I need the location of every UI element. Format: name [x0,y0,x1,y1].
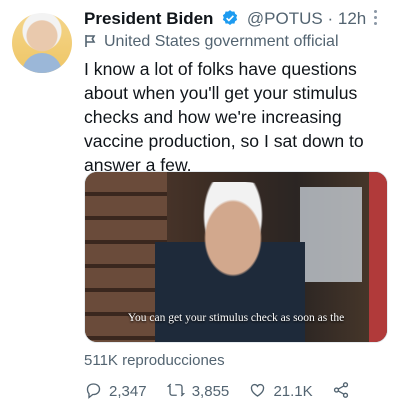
video-caption: You can get your stimulus check as soon … [127,312,345,324]
verified-badge-icon [221,9,239,32]
flag-icon [85,35,96,47]
reply-button[interactable]: 2,347 [84,381,147,400]
window-background [300,187,362,282]
video-player[interactable]: You can get your stimulus check as soon … [84,171,388,343]
reply-icon [86,383,101,399]
more-icon[interactable] [374,10,378,28]
tweet-time[interactable]: 12h [338,9,366,28]
author-handle[interactable]: @POTUS [247,9,323,28]
like-button[interactable]: 21.1K [248,381,313,400]
author-avatar[interactable] [12,13,72,73]
reply-count: 2,347 [109,383,147,400]
retweet-button[interactable]: 3,855 [166,381,230,400]
share-icon [333,382,348,398]
like-count: 21.1K [273,383,313,400]
government-label: United States government official [84,33,339,51]
tweet-text: I know a lot of folks have questions abo… [84,59,364,175]
separator-dot: · [327,9,334,28]
government-label-text: United States government official [104,33,339,50]
share-button[interactable] [332,381,356,400]
author-name[interactable]: President Biden [84,9,213,28]
retweet-icon [166,383,185,397]
retweet-count: 3,855 [191,383,230,400]
action-bar: 2,347 3,855 21.1K [84,381,371,403]
like-icon [251,383,265,397]
view-count: 511K reproducciones [84,352,225,369]
tweet-header: President Biden @POTUS · 12h [84,9,366,32]
